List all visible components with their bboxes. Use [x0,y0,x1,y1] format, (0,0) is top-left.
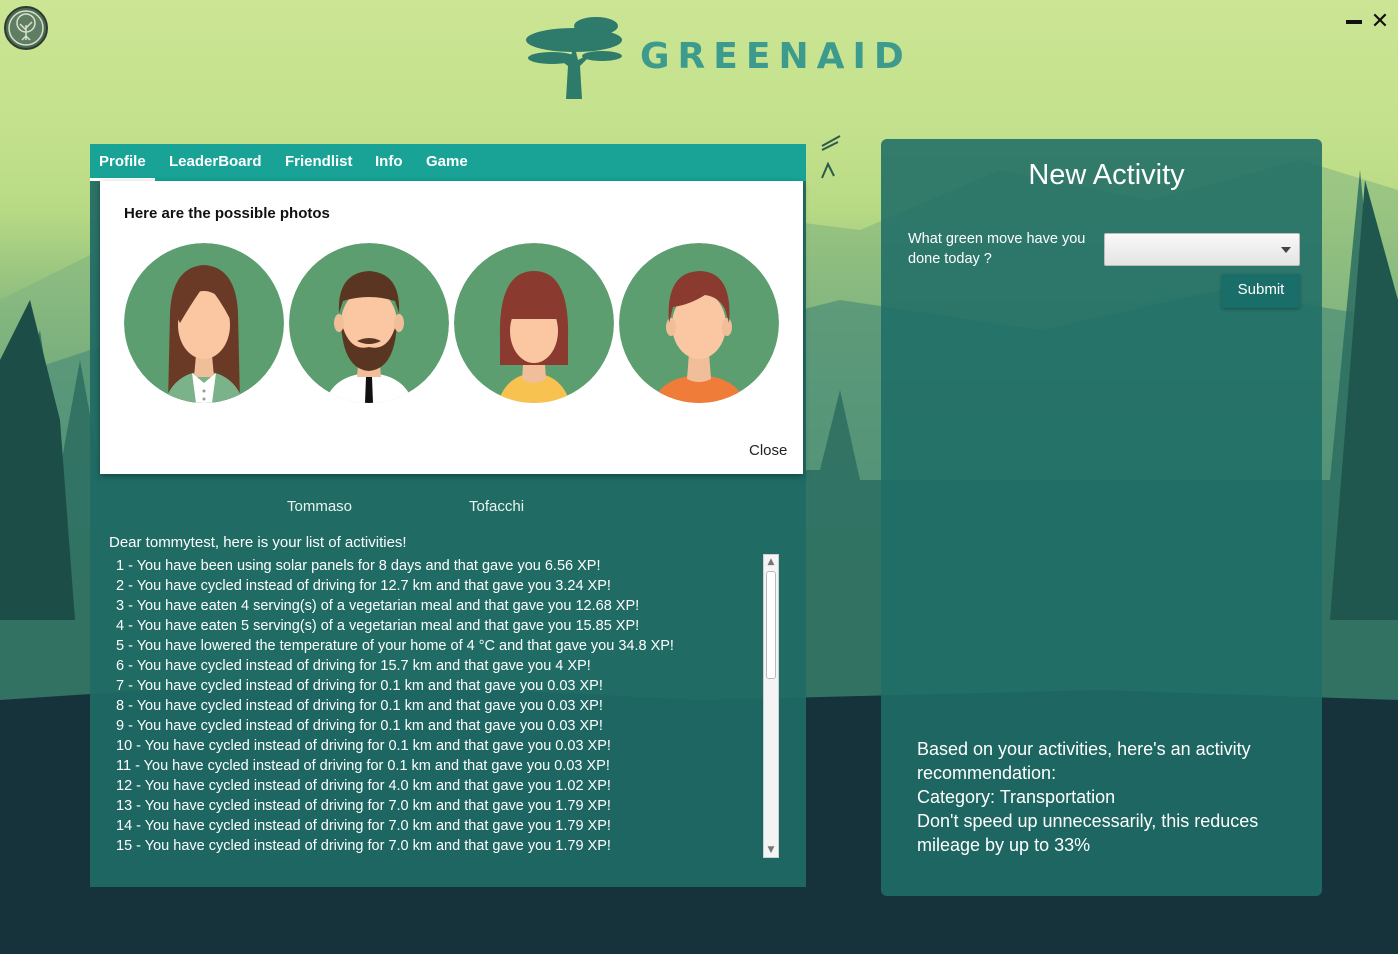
bearded-man-avatar[interactable] [289,243,449,403]
list-item: 4 - You have eaten 5 serving(s) of a veg… [116,618,640,634]
last-name: Tofacchi [469,498,525,515]
tree-icon [8,10,44,46]
recommendation-tip: Don't speed up unnecessarily, this reduc… [917,811,1259,855]
young-man-avatar[interactable] [619,243,779,403]
first-name: Tommaso [287,498,353,515]
dialog-title: Here are the possible photos [124,205,330,222]
tab-profile[interactable]: Profile [90,144,155,181]
tab-info[interactable]: Info [366,144,412,181]
list-item: 3 - You have eaten 4 serving(s) of a veg… [116,598,640,614]
list-item: 10 - You have cycled instead of driving … [116,738,611,754]
photo-picker-dialog: Here are the possible photos Close [100,181,803,474]
list-item: 5 - You have lowered the temperature of … [116,638,674,654]
list-item: 7 - You have cycled instead of driving f… [116,678,603,694]
list-item: 2 - You have cycled instead of driving f… [116,578,611,594]
chevron-down-icon [1281,247,1291,253]
new-activity-panel: New Activity What green move have you do… [881,139,1322,896]
recommendation-category: Category: Transportation [917,787,1116,807]
tab-friendlist[interactable]: Friendlist [276,144,362,181]
list-item: 1 - You have been using solar panels for… [116,558,601,574]
scroll-down-icon[interactable]: ▼ [764,843,778,857]
app-tree-icon[interactable] [4,6,48,50]
activity-greeting: Dear tommytest, here is your list of act… [109,534,407,551]
recommendation-intro: Based on your activities, here's an acti… [917,739,1251,783]
app-logo-text: GREENAID [640,36,912,77]
tab-leaderboard[interactable]: LeaderBoard [160,144,271,181]
woman-long-hair-avatar[interactable] [124,243,284,403]
list-item: 8 - You have cycled instead of driving f… [116,698,603,714]
woman-bob-avatar[interactable] [454,243,614,403]
list-item: 6 - You have cycled instead of driving f… [116,658,591,674]
scroll-up-icon[interactable]: ▲ [764,555,778,569]
activity-dropdown[interactable] [1104,233,1300,266]
close-button[interactable]: Close [749,442,787,459]
list-item: 15 - You have cycled instead of driving … [116,838,611,854]
submit-button[interactable]: Submit [1222,274,1300,308]
activity-list-scrollbar[interactable]: ▲ ▼ [763,554,779,858]
activity-question-label: What green move have you done today ? [908,231,1086,267]
tab-game[interactable]: Game [417,144,477,181]
list-item: 14 - You have cycled instead of driving … [116,818,611,834]
scroll-thumb[interactable] [766,571,776,679]
activity-recommendation: Based on your activities, here's an acti… [917,737,1297,857]
tab-bar: Profile LeaderBoard Friendlist Info Game [90,144,806,181]
list-item: 13 - You have cycled instead of driving … [116,798,611,814]
close-window-icon[interactable]: ✕ [1370,10,1390,34]
minimize-icon[interactable] [1345,12,1363,32]
list-item: 12 - You have cycled instead of driving … [116,778,611,794]
profile-panel: Profile LeaderBoard Friendlist Info Game… [90,144,806,887]
list-item: 9 - You have cycled instead of driving f… [116,718,603,734]
activity-list[interactable]: 1 - You have been using solar panels for… [108,556,758,856]
list-item: 11 - You have cycled instead of driving … [116,758,610,774]
panel-title: New Activity [1028,159,1185,191]
